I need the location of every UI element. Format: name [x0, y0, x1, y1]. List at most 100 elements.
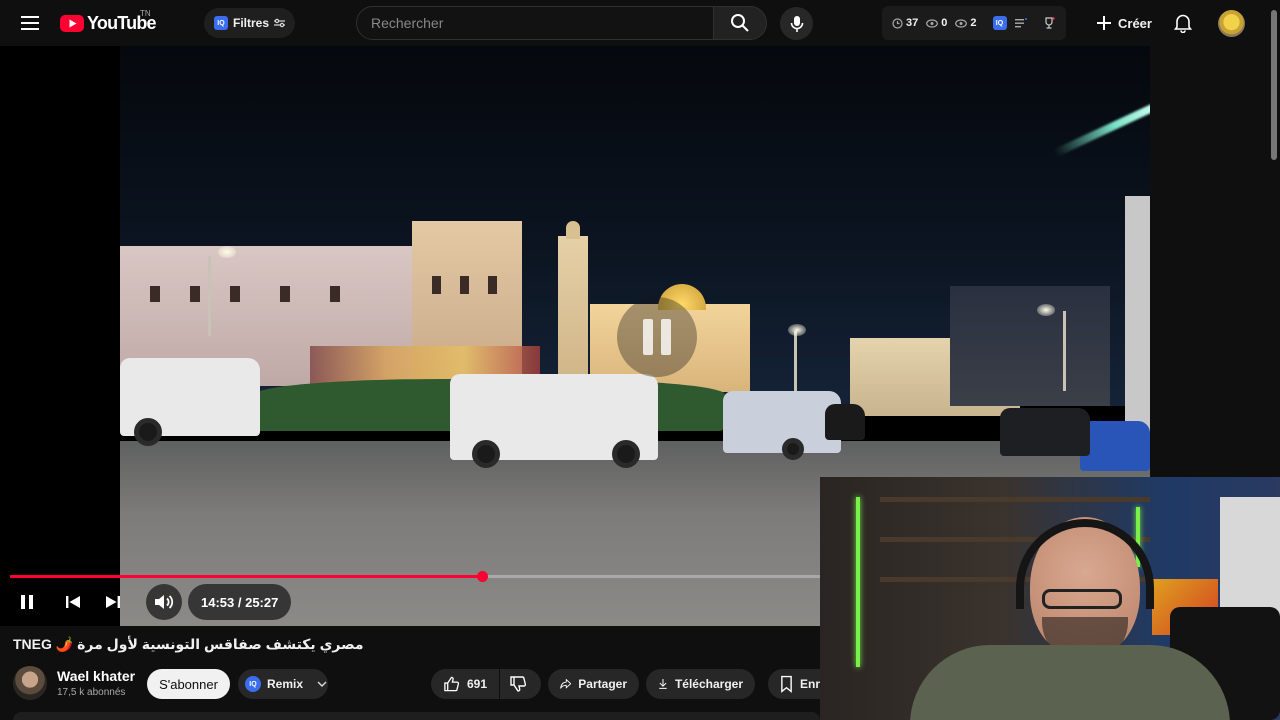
car-dark — [825, 404, 865, 440]
search-button[interactable] — [713, 6, 767, 40]
bell-icon — [1174, 14, 1192, 33]
filters-button[interactable]: IQ Filtres — [204, 8, 296, 38]
share-button[interactable]: Partager — [548, 669, 639, 699]
neon-light — [856, 497, 860, 667]
glasses — [1042, 589, 1122, 609]
ext-stat-value: 2 — [970, 17, 977, 29]
trophy-icon[interactable] — [1043, 17, 1055, 29]
thumbs-down-icon — [510, 676, 527, 692]
street-lamp — [208, 256, 211, 336]
page-scrollbar[interactable] — [1271, 10, 1277, 160]
window — [280, 286, 290, 302]
subscriber-count: 17,5 k abonnés — [57, 687, 126, 698]
window — [460, 276, 469, 294]
search-icon — [731, 14, 749, 32]
youtube-logo[interactable]: YouTube TN — [60, 9, 157, 35]
save-button[interactable]: Enr — [768, 669, 820, 699]
lamp-glow — [218, 246, 236, 258]
video-title: مصري يكتشف صفاقس التونسية لأول مرة 🌶️ TN… — [13, 636, 364, 652]
pause-icon — [21, 595, 33, 609]
iq-extension-icon: IQ — [214, 16, 228, 30]
search-input[interactable] — [357, 7, 713, 39]
ext-stat-views[interactable]: 0 — [926, 17, 947, 29]
remix-label: Remix — [267, 677, 304, 691]
building-edge — [1125, 196, 1150, 436]
ext-stat-value: 37 — [906, 17, 919, 29]
minaret-tip — [566, 221, 580, 239]
volume-button[interactable] — [146, 584, 182, 620]
account-avatar[interactable] — [1218, 10, 1245, 37]
lamp-glow — [788, 324, 806, 336]
webcam-overlay — [820, 477, 1280, 720]
window — [432, 276, 441, 294]
create-button[interactable]: Créer — [1090, 8, 1158, 38]
lamp-glow — [1037, 304, 1055, 316]
remix-button[interactable]: IQ Remix — [238, 669, 328, 699]
progress-bar[interactable] — [10, 571, 820, 582]
ext-stat-value: 0 — [941, 17, 948, 29]
time-display: 14:53 / 25:27 — [188, 584, 292, 620]
wheel — [612, 440, 640, 468]
eye-off-icon — [955, 18, 968, 28]
extension-toolbar: 37 0 2 IQ — [882, 6, 1066, 40]
subscribe-button[interactable]: S'abonner — [147, 669, 230, 699]
skip-previous-icon — [66, 596, 80, 608]
building-far-right — [950, 286, 1110, 406]
plus-icon — [1097, 16, 1111, 30]
notifications-button[interactable] — [1168, 8, 1198, 38]
eye-icon — [926, 18, 939, 28]
wheel — [472, 440, 500, 468]
previous-button[interactable] — [58, 584, 88, 620]
save-label: Enr — [799, 677, 820, 691]
pause-overlay-icon[interactable] — [617, 297, 697, 377]
download-button[interactable]: Télécharger — [646, 669, 755, 699]
pause-button[interactable] — [14, 584, 40, 620]
wheel — [782, 438, 804, 460]
bookmark-icon — [781, 675, 792, 693]
next-button[interactable] — [98, 584, 128, 620]
ext-stat-time[interactable]: 37 — [892, 17, 918, 29]
youtube-play-icon — [60, 14, 84, 32]
dislike-button[interactable] — [500, 669, 541, 699]
iq-extension-icon[interactable]: IQ — [992, 16, 1007, 30]
download-icon — [659, 679, 667, 689]
menu-icon[interactable] — [14, 8, 46, 38]
download-label: Télécharger — [674, 677, 743, 691]
voice-search-button[interactable] — [780, 7, 813, 40]
like-count: 691 — [466, 677, 487, 691]
car-blue — [1080, 421, 1150, 471]
minaret — [558, 236, 588, 386]
search-box — [356, 6, 714, 40]
microphone-icon — [790, 15, 803, 32]
description-box-edge[interactable] — [13, 712, 820, 720]
sliders-icon — [274, 18, 286, 28]
ext-stat-hidden[interactable]: 2 — [955, 17, 977, 29]
iq-extension-icon: IQ — [245, 676, 261, 692]
filters-label: Filtres — [233, 16, 270, 30]
bookshelf — [880, 497, 1150, 502]
share-icon — [560, 678, 572, 689]
share-label: Partager — [578, 677, 627, 691]
wheel — [134, 418, 162, 446]
progress-played — [10, 575, 483, 578]
channel-avatar[interactable] — [13, 666, 47, 700]
window — [488, 276, 497, 294]
queue-list-icon[interactable] — [1014, 18, 1027, 28]
skip-next-icon — [106, 596, 120, 608]
masthead: YouTube TN IQ Filtres 37 0 2 IQ Créer — [0, 0, 1280, 46]
channel-name[interactable]: Wael khater — [57, 668, 135, 684]
window — [230, 286, 240, 302]
window — [150, 286, 160, 302]
chevron-down-icon — [317, 681, 327, 687]
country-code: TN — [140, 9, 151, 18]
create-label: Créer — [1118, 15, 1152, 31]
streamer-hoodie — [910, 645, 1230, 720]
street-lamp — [794, 331, 797, 391]
thumbs-up-icon — [444, 676, 460, 692]
street-lamp — [1063, 311, 1066, 391]
like-button[interactable]: 691 — [431, 669, 499, 699]
car-parked — [1000, 408, 1090, 456]
window — [330, 286, 340, 302]
clock-icon — [892, 17, 903, 29]
time-display-text: 14:53 / 25:27 — [201, 594, 279, 610]
